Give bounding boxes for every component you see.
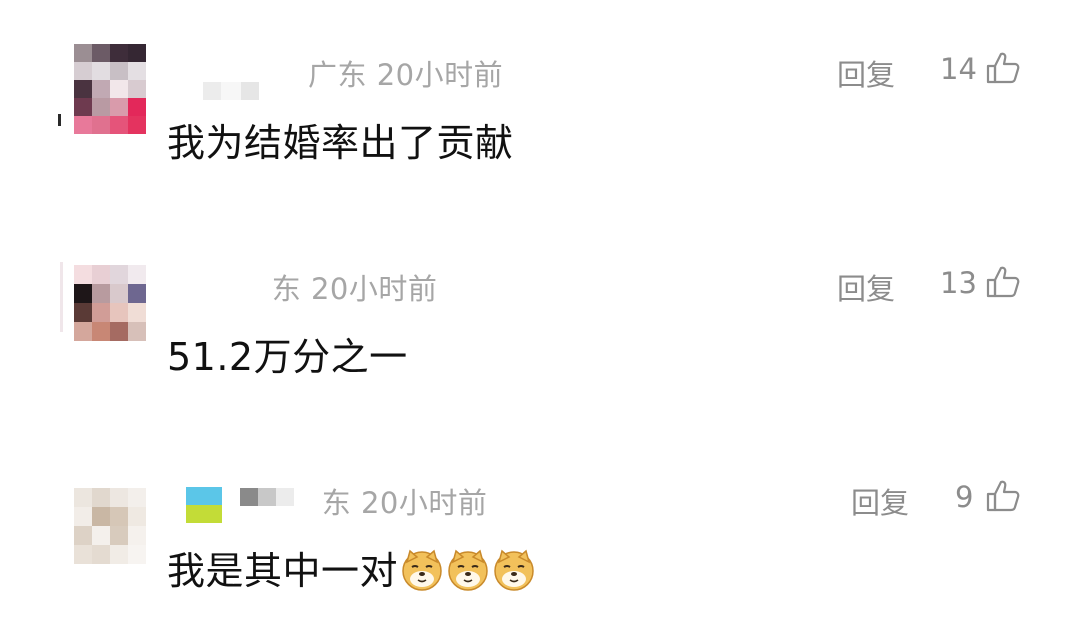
avatar[interactable] <box>74 488 146 564</box>
comment-text: 我是其中一对 <box>167 549 399 593</box>
username-mosaic[interactable] <box>186 487 222 523</box>
doge-emoji <box>448 549 488 591</box>
like-count: 9 <box>955 480 974 514</box>
location-label: 东 <box>312 486 352 520</box>
comment-item: 东 20小时前 回复 9 我是其中一对 <box>0 0 1080 642</box>
timestamp: 20小时前 <box>360 486 488 520</box>
comment-body: 我是其中一对 <box>167 540 536 595</box>
thumbs-up-icon[interactable] <box>985 478 1021 514</box>
reply-button[interactable]: 回复 <box>851 480 909 522</box>
username-mosaic[interactable] <box>240 488 294 506</box>
doge-emoji <box>494 549 534 591</box>
comment-meta: 东 20小时前 <box>312 480 487 522</box>
doge-emoji <box>402 549 442 591</box>
